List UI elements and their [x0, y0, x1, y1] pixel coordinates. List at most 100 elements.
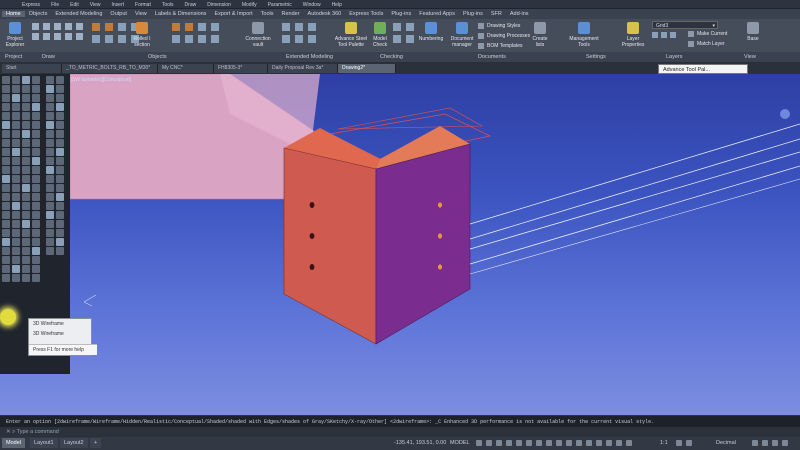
tool-icon[interactable] — [46, 76, 54, 84]
tool-icon[interactable] — [56, 85, 64, 93]
tool-icon[interactable] — [22, 238, 30, 246]
tool-icon[interactable] — [56, 76, 64, 84]
osnap-icon[interactable] — [526, 440, 532, 446]
tool-icon[interactable] — [56, 166, 64, 174]
extend-icon[interactable] — [308, 35, 316, 43]
drawing-styles-button[interactable]: Drawing Styles — [478, 23, 520, 29]
portal-icon[interactable] — [211, 35, 219, 43]
flyout-item-3d-wireframe-2[interactable]: 3D Wireframe — [29, 329, 91, 339]
file-tab-my-cnc[interactable]: My CNC* — [158, 64, 214, 73]
viewport[interactable]: [-][SW Isometric][Conceptual] — [0, 74, 800, 415]
workspace-icon[interactable] — [676, 440, 682, 446]
tool-icon[interactable] — [22, 157, 30, 165]
tool-icon[interactable] — [56, 247, 64, 255]
model-check-button[interactable]: Model Check — [372, 22, 388, 48]
tool-icon[interactable] — [2, 175, 10, 183]
tool-icon[interactable] — [46, 220, 54, 228]
tool-icon[interactable] — [2, 166, 10, 174]
tab-model[interactable]: Model — [2, 438, 25, 448]
tool-icon[interactable] — [56, 184, 64, 192]
tool-icon[interactable] — [12, 265, 20, 273]
tab-view[interactable]: View — [131, 11, 151, 17]
make-current-button[interactable]: Make Current — [688, 31, 727, 37]
tool-icon[interactable] — [46, 148, 54, 156]
tool-icon[interactable] — [2, 112, 10, 120]
tab-objects[interactable]: Objects — [25, 11, 52, 17]
circle-icon[interactable] — [54, 23, 61, 30]
tab-home[interactable]: Home — [2, 11, 25, 17]
menu-modify[interactable]: Modify — [242, 2, 257, 8]
update-icon[interactable] — [295, 23, 303, 31]
move-icon[interactable] — [32, 33, 39, 40]
tool-icon[interactable] — [32, 238, 40, 246]
plate-icon[interactable] — [118, 23, 126, 31]
create-lists-button[interactable]: Create lists — [530, 22, 550, 48]
management-tools-button[interactable]: Management Tools — [566, 22, 602, 48]
tool-icon[interactable] — [32, 112, 40, 120]
tool-icon[interactable] — [22, 211, 30, 219]
tool-icon[interactable] — [32, 130, 40, 138]
tool-icon[interactable] — [2, 85, 10, 93]
tool-icon[interactable] — [12, 220, 20, 228]
polar-icon[interactable] — [506, 440, 512, 446]
tool-icon[interactable] — [22, 247, 30, 255]
menu-tools[interactable]: Tools — [162, 2, 174, 8]
tool-icon[interactable] — [46, 139, 54, 147]
visual-style-icon[interactable] — [0, 309, 16, 325]
tool-icon[interactable] — [32, 148, 40, 156]
tool-icon[interactable] — [46, 85, 54, 93]
tool-icon[interactable] — [12, 274, 20, 282]
tool-icon[interactable] — [56, 202, 64, 210]
tool-icon[interactable] — [56, 211, 64, 219]
tool-icon[interactable] — [32, 202, 40, 210]
mark-icon[interactable] — [393, 35, 401, 43]
tool-icon[interactable] — [22, 166, 30, 174]
tool-icon[interactable] — [56, 94, 64, 102]
menu-parametric[interactable]: Parametric — [268, 2, 292, 8]
tool-icon[interactable] — [2, 184, 10, 192]
project-explorer-button[interactable]: Project Explorer — [3, 22, 27, 48]
model-space-toggle[interactable]: MODEL — [450, 439, 470, 448]
tool-icon[interactable] — [2, 157, 10, 165]
close-icon[interactable]: ✕ — [6, 429, 11, 435]
annotation-visibility-icon[interactable] — [616, 440, 622, 446]
tool-icon[interactable] — [2, 76, 10, 84]
menu-icon[interactable] — [782, 440, 788, 446]
tool-icon[interactable] — [32, 103, 40, 111]
tool-icon[interactable] — [56, 103, 64, 111]
tool-icon[interactable] — [22, 130, 30, 138]
tool-icon[interactable] — [12, 166, 20, 174]
connection-vault-button[interactable]: Connection vault — [243, 22, 273, 48]
tab-sfr[interactable]: SFR — [487, 11, 506, 17]
flyout-item-3d-wireframe[interactable]: 3D Wireframe — [29, 319, 91, 329]
isolate-objects-icon[interactable] — [772, 440, 778, 446]
tool-icon[interactable] — [56, 175, 64, 183]
file-tab-metric-bolts[interactable]: _TO_METRIC_BOLTS_RB_TO_M30* — [62, 64, 158, 73]
viewcube-icon[interactable] — [780, 109, 790, 119]
tool-icon[interactable] — [32, 121, 40, 129]
grid-icon[interactable] — [476, 440, 482, 446]
autoscale-icon[interactable] — [626, 440, 632, 446]
menu-help[interactable]: Help — [332, 2, 342, 8]
tab-export-import[interactable]: Export & Import — [210, 11, 256, 17]
tool-icon[interactable] — [46, 184, 54, 192]
tool-icon[interactable] — [46, 157, 54, 165]
selection-cycling-icon[interactable] — [566, 440, 572, 446]
tab-output[interactable]: Output — [106, 11, 131, 17]
lineweight-icon[interactable] — [546, 440, 552, 446]
tool-icon[interactable] — [32, 139, 40, 147]
tool-icon[interactable] — [32, 166, 40, 174]
truss-icon[interactable] — [198, 35, 206, 43]
rotate-icon[interactable] — [54, 33, 61, 40]
tool-icon[interactable] — [12, 193, 20, 201]
tool-icon[interactable] — [12, 184, 20, 192]
tool-icon[interactable] — [12, 238, 20, 246]
tool-icon[interactable] — [32, 85, 40, 93]
tool-icon[interactable] — [22, 265, 30, 273]
tool-icon[interactable] — [32, 256, 40, 264]
trim-icon[interactable] — [76, 33, 83, 40]
cut-icon[interactable] — [282, 35, 290, 43]
audit-icon[interactable] — [406, 23, 414, 31]
tool-icon[interactable] — [32, 220, 40, 228]
railing-icon[interactable] — [185, 23, 193, 31]
